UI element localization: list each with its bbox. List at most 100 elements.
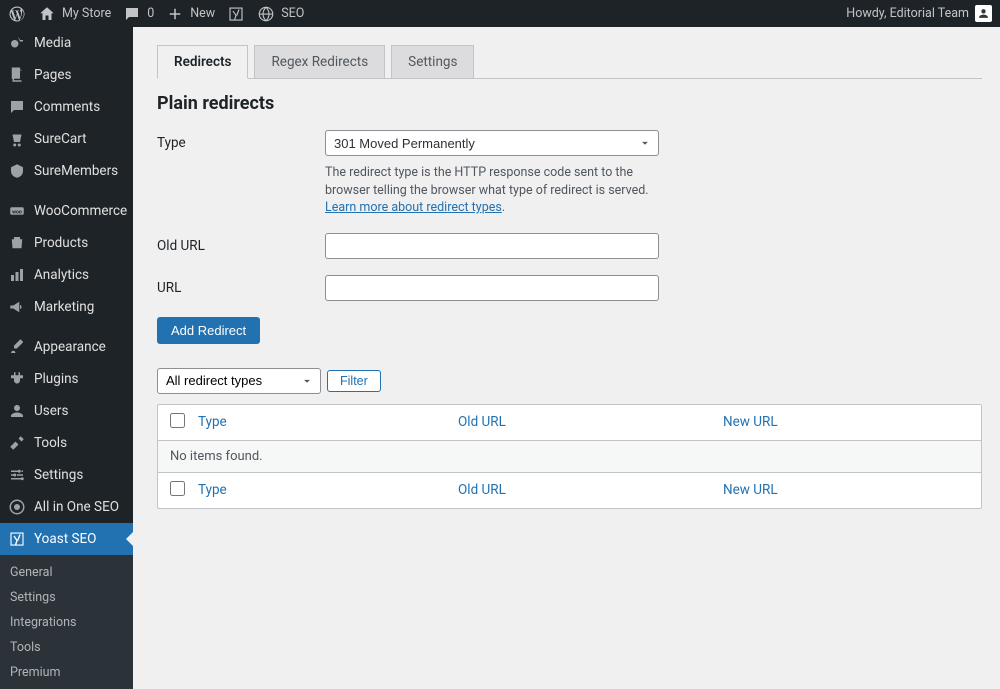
sidebar-label: Analytics xyxy=(34,267,89,283)
sidebar-label: Yoast SEO xyxy=(34,531,96,547)
url-input[interactable] xyxy=(325,275,659,301)
wrench-icon xyxy=(8,434,26,452)
plugin-icon xyxy=(8,370,26,388)
sidebar-item-users[interactable]: Users xyxy=(0,395,133,427)
sidebar-item-tools[interactable]: Tools xyxy=(0,427,133,459)
sidebar-label: Marketing xyxy=(34,299,94,315)
comment-icon xyxy=(8,98,26,116)
filter-button[interactable]: Filter xyxy=(327,370,381,392)
sidebar-item-appearance[interactable]: Appearance xyxy=(0,331,133,363)
submenu-item-tools[interactable]: Tools xyxy=(0,635,133,660)
sidebar-item-surecart[interactable]: SureCart xyxy=(0,123,133,155)
sidebar-label: SureMembers xyxy=(34,163,118,179)
redirects-table: Type Old URL New URL No items found. Typ… xyxy=(157,404,982,509)
seo-topbar-link[interactable]: SEO xyxy=(257,5,304,23)
sidebar-label: WooCommerce xyxy=(34,203,127,219)
submenu-item-general[interactable]: General xyxy=(0,560,133,585)
column-header-new-url[interactable]: New URL xyxy=(723,414,969,430)
filter-type-select[interactable]: All redirect types xyxy=(157,368,321,394)
plus-icon xyxy=(166,5,184,23)
admin-toolbar: My Store 0 New SEO Howdy, Editorial Team xyxy=(0,0,1000,27)
sidebar-label: Settings xyxy=(34,467,83,483)
analytics-icon xyxy=(8,266,26,284)
media-icon xyxy=(8,34,26,52)
sidebar-item-aioseo[interactable]: All in One SEO xyxy=(0,491,133,523)
suremembers-icon xyxy=(8,162,26,180)
sidebar-label: All in One SEO xyxy=(34,499,119,515)
sliders-icon xyxy=(8,466,26,484)
admin-sidebar: Media Pages Comments SureCart SureMember… xyxy=(0,27,133,689)
tabs: Redirects Regex Redirects Settings xyxy=(157,45,982,79)
home-icon xyxy=(38,5,56,23)
column-header-type[interactable]: Type xyxy=(198,414,458,430)
sidebar-label: SureCart xyxy=(34,131,87,147)
account-link[interactable]: Howdy, Editorial Team xyxy=(846,5,992,22)
yoast-icon xyxy=(227,5,245,23)
sidebar-item-suremembers[interactable]: SureMembers xyxy=(0,155,133,187)
sidebar-item-marketing[interactable]: Marketing xyxy=(0,291,133,323)
sidebar-label: Tools xyxy=(34,435,67,451)
main-content: Redirects Regex Redirects Settings Plain… xyxy=(133,27,1000,689)
type-help-text: The redirect type is the HTTP response c… xyxy=(325,164,659,217)
submenu-item-integrations[interactable]: Integrations xyxy=(0,610,133,635)
column-header-old-url[interactable]: Old URL xyxy=(458,414,723,430)
select-all-checkbox-foot[interactable] xyxy=(170,481,185,496)
type-label: Type xyxy=(157,130,325,151)
submenu-item-settings[interactable]: Settings xyxy=(0,585,133,610)
learn-more-link[interactable]: Learn more about redirect types xyxy=(325,200,502,215)
pages-icon xyxy=(8,66,26,84)
sidebar-label: Products xyxy=(34,235,88,251)
column-footer-old-url[interactable]: Old URL xyxy=(458,482,723,498)
tab-settings[interactable]: Settings xyxy=(391,45,474,79)
comments-link[interactable]: 0 xyxy=(123,5,154,23)
sidebar-label: Users xyxy=(34,403,68,419)
tab-redirects[interactable]: Redirects xyxy=(157,45,248,79)
sidebar-item-analytics[interactable]: Analytics xyxy=(0,259,133,291)
sidebar-label: Plugins xyxy=(34,371,79,387)
sidebar-item-media[interactable]: Media xyxy=(0,27,133,59)
submenu-item-premium[interactable]: Premium xyxy=(0,660,133,685)
woocommerce-icon: woo xyxy=(8,202,26,220)
svg-text:woo: woo xyxy=(12,209,22,215)
new-content-link[interactable]: New xyxy=(166,5,215,23)
tab-regex-redirects[interactable]: Regex Redirects xyxy=(254,45,385,79)
sidebar-label: Comments xyxy=(34,99,100,115)
site-link[interactable]: My Store xyxy=(38,5,111,23)
sidebar-label: Appearance xyxy=(34,339,106,355)
comment-count: 0 xyxy=(147,6,154,21)
add-redirect-button[interactable]: Add Redirect xyxy=(157,317,260,344)
column-footer-new-url[interactable]: New URL xyxy=(723,482,969,498)
select-all-checkbox[interactable] xyxy=(170,413,185,428)
section-title: Plain redirects xyxy=(157,93,982,114)
comment-icon xyxy=(123,5,141,23)
site-name: My Store xyxy=(62,6,111,21)
table-header: Type Old URL New URL xyxy=(158,405,981,441)
yoast-topbar[interactable] xyxy=(227,5,245,23)
submenu-item-workouts[interactable]: WorkoutsPremium xyxy=(0,685,133,689)
yoast-icon xyxy=(8,530,26,548)
url-label: URL xyxy=(157,275,325,296)
sidebar-label: Pages xyxy=(34,67,72,83)
column-footer-type[interactable]: Type xyxy=(198,482,458,498)
wp-logo[interactable] xyxy=(8,5,26,23)
sidebar-item-woocommerce[interactable]: woo WooCommerce xyxy=(0,195,133,227)
sidebar-item-comments[interactable]: Comments xyxy=(0,91,133,123)
sidebar-item-yoast[interactable]: Yoast SEO xyxy=(0,523,133,555)
megaphone-icon xyxy=(8,298,26,316)
greeting: Howdy, Editorial Team xyxy=(846,6,969,21)
user-icon xyxy=(8,402,26,420)
old-url-input[interactable] xyxy=(325,233,659,259)
sidebar-item-settings[interactable]: Settings xyxy=(0,459,133,491)
brush-icon xyxy=(8,338,26,356)
table-footer: Type Old URL New URL xyxy=(158,472,981,508)
sidebar-label: Media xyxy=(34,35,71,51)
aioseo-icon xyxy=(8,498,26,516)
old-url-label: Old URL xyxy=(157,233,325,254)
table-empty-message: No items found. xyxy=(158,441,981,472)
sidebar-item-pages[interactable]: Pages xyxy=(0,59,133,91)
surecart-icon xyxy=(8,130,26,148)
sidebar-item-plugins[interactable]: Plugins xyxy=(0,363,133,395)
sidebar-item-products[interactable]: Products xyxy=(0,227,133,259)
type-select[interactable]: 301 Moved Permanently xyxy=(325,130,659,156)
wordpress-icon xyxy=(8,5,26,23)
